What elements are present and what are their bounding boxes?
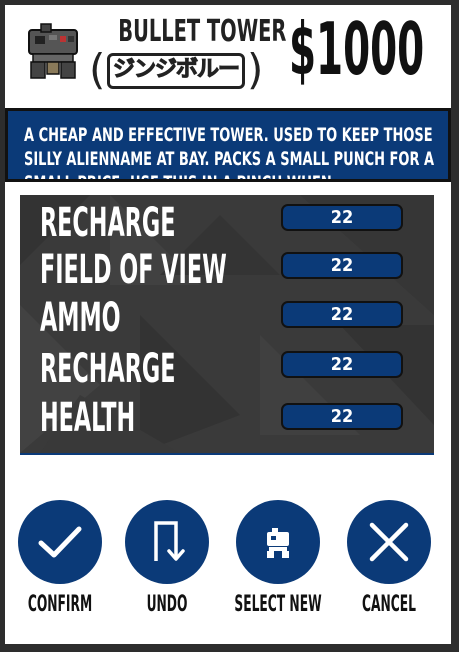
undo-arrow-icon xyxy=(154,521,185,561)
tower-select-icon xyxy=(267,528,289,558)
stat-value-health: 22 xyxy=(281,403,403,430)
stat-label-ammo: AMMO xyxy=(40,295,121,341)
stat-label-recharge: RECHARGE xyxy=(40,200,176,246)
confirm-label: CONFIRM xyxy=(27,592,93,617)
tower-price: $1000 xyxy=(289,7,425,91)
stat-label-field-of-view: FIELD OF VIEW xyxy=(40,247,227,293)
select-new-label: SELECT NEW xyxy=(234,592,322,617)
confirm-button[interactable]: CONFIRM xyxy=(18,500,102,617)
stat-value-recharge: 22 xyxy=(281,204,403,231)
checkmark-icon xyxy=(38,526,82,558)
close-icon xyxy=(369,522,409,562)
robot-turret-icon xyxy=(28,23,78,79)
tower-subtitle: ジンジボルー xyxy=(107,53,245,89)
stat-label-health: HEALTH xyxy=(40,395,136,441)
cancel-button[interactable]: CANCEL xyxy=(347,500,431,617)
tower-description: A CHEAP AND EFFECTIVE TOWER. USED TO KEE… xyxy=(24,124,435,179)
tower-name: BULLET TOWER xyxy=(118,14,287,49)
stat-value-ammo: 22 xyxy=(281,301,403,328)
undo-button[interactable]: UNDO xyxy=(125,500,209,617)
select-new-button[interactable]: SELECT NEW xyxy=(234,500,322,617)
cancel-label: CANCEL xyxy=(362,592,416,617)
tower-subtitle-logo: ( ジンジボルー ) xyxy=(89,45,264,94)
stat-value-field-of-view: 22 xyxy=(281,252,403,279)
stat-label-recharge-2: RECHARGE xyxy=(40,346,176,392)
tower-description-box: A CHEAP AND EFFECTIVE TOWER. USED TO KEE… xyxy=(5,108,451,182)
stat-value-recharge-2: 22 xyxy=(281,351,403,378)
stats-panel: RECHARGE 22 FIELD OF VIEW 22 AMMO 22 REC… xyxy=(20,195,434,455)
undo-label: UNDO xyxy=(146,592,188,617)
